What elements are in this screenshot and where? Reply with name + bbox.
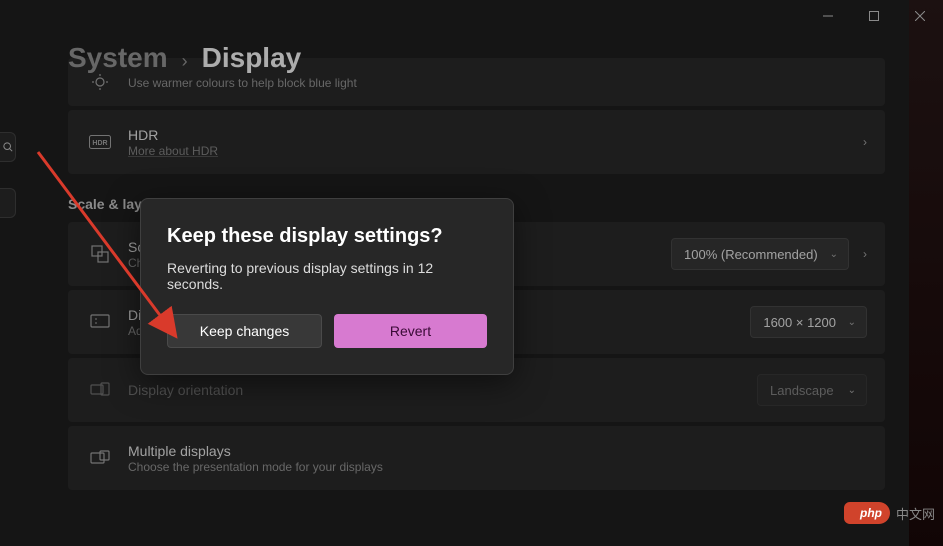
watermark-text: 中文网 (896, 504, 935, 523)
watermark-badge: php (844, 502, 890, 524)
keep-changes-button[interactable]: Keep changes (167, 314, 322, 348)
dialog-title: Keep these display settings? (167, 225, 487, 248)
keep-settings-dialog: Keep these display settings? Reverting t… (140, 198, 514, 375)
revert-button[interactable]: Revert (334, 314, 487, 348)
watermark: php 中文网 (844, 502, 935, 524)
dialog-text: Reverting to previous display settings i… (167, 260, 487, 292)
